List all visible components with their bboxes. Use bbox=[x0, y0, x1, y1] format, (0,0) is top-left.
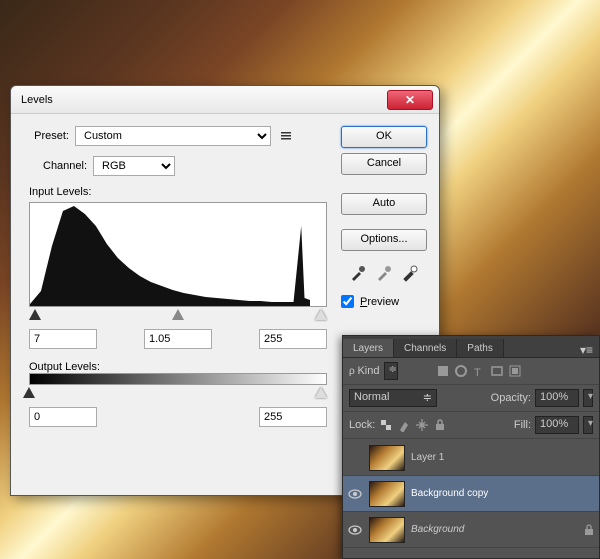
input-levels-label: Input Levels: bbox=[29, 186, 327, 198]
layer-row[interactable]: Background bbox=[343, 512, 599, 548]
close-button[interactable]: ✕ bbox=[387, 90, 433, 110]
preset-menu-icon[interactable] bbox=[281, 131, 291, 141]
eyedropper-white-icon[interactable] bbox=[401, 264, 419, 282]
output-slider-track[interactable] bbox=[29, 387, 327, 401]
layer-name[interactable]: Background bbox=[411, 524, 577, 535]
layer-thumbnail bbox=[369, 445, 405, 471]
dialog-title: Levels bbox=[21, 94, 387, 106]
eyedropper-row bbox=[341, 264, 427, 282]
layers-panel: Layers Channels Paths ▾≡ ρ Kind ≑ T Norm… bbox=[342, 335, 600, 559]
preset-label: Preset: bbox=[29, 130, 69, 142]
layer-name[interactable]: Layer 1 bbox=[411, 452, 595, 463]
input-white-slider[interactable] bbox=[315, 309, 327, 320]
input-black-slider[interactable] bbox=[29, 309, 41, 320]
preview-checkbox[interactable] bbox=[341, 295, 354, 308]
input-mid-slider[interactable] bbox=[172, 309, 184, 320]
output-black-field[interactable] bbox=[29, 407, 97, 427]
output-black-slider[interactable] bbox=[23, 387, 35, 398]
cancel-button[interactable]: Cancel bbox=[341, 153, 427, 175]
opacity-dropdown[interactable]: ▾ bbox=[583, 389, 593, 407]
lock-position-icon[interactable] bbox=[415, 418, 429, 432]
histogram bbox=[29, 202, 327, 307]
lock-icon bbox=[583, 524, 595, 536]
fill-field[interactable]: 100% bbox=[535, 416, 579, 434]
layer-row[interactable]: Background copy bbox=[343, 476, 599, 512]
tab-channels[interactable]: Channels bbox=[394, 339, 457, 357]
visibility-toggle[interactable] bbox=[347, 522, 363, 538]
input-white-field[interactable] bbox=[259, 329, 327, 349]
filter-type-icon[interactable]: T bbox=[472, 364, 486, 378]
preview-label: Preview bbox=[360, 296, 399, 308]
preset-select[interactable]: Custom bbox=[75, 126, 271, 146]
channel-label: Channel: bbox=[43, 160, 87, 172]
lock-row: Lock: Fill: 100% ▾ bbox=[343, 412, 599, 439]
layer-row[interactable]: Layer 1 bbox=[343, 440, 599, 476]
fill-label: Fill: bbox=[514, 419, 531, 431]
input-slider-track[interactable] bbox=[29, 309, 327, 323]
titlebar[interactable]: Levels ✕ bbox=[11, 86, 439, 114]
lock-all-icon[interactable] bbox=[433, 418, 447, 432]
output-white-field[interactable] bbox=[259, 407, 327, 427]
options-button[interactable]: Options... bbox=[341, 229, 427, 251]
panel-tabs: Layers Channels Paths ▾≡ bbox=[343, 336, 599, 358]
tab-layers[interactable]: Layers bbox=[343, 339, 394, 357]
eyedropper-black-icon[interactable] bbox=[349, 264, 367, 282]
lock-label: Lock: bbox=[349, 419, 375, 431]
lock-pixels-icon[interactable] bbox=[397, 418, 411, 432]
svg-text:T: T bbox=[474, 367, 481, 378]
layers-list: Layer 1 Background copy Background bbox=[343, 439, 599, 549]
filter-smart-icon[interactable] bbox=[508, 364, 522, 378]
ok-button[interactable]: OK bbox=[341, 126, 427, 148]
auto-button[interactable]: Auto bbox=[341, 193, 427, 215]
output-levels-label: Output Levels: bbox=[29, 361, 327, 373]
lock-transparency-icon[interactable] bbox=[379, 418, 393, 432]
eyedropper-gray-icon[interactable] bbox=[375, 264, 393, 282]
filter-shape-icon[interactable] bbox=[490, 364, 504, 378]
input-black-field[interactable] bbox=[29, 329, 97, 349]
visibility-toggle[interactable] bbox=[347, 450, 363, 466]
output-gradient bbox=[29, 373, 327, 385]
kind-label: ρ Kind bbox=[349, 365, 380, 377]
channel-select[interactable]: RGB bbox=[93, 156, 175, 176]
layer-thumbnail bbox=[369, 481, 405, 507]
input-mid-field[interactable] bbox=[144, 329, 212, 349]
filter-pixel-icon[interactable] bbox=[436, 364, 450, 378]
layer-thumbnail bbox=[369, 517, 405, 543]
histogram-chart bbox=[30, 206, 310, 306]
kind-select[interactable]: ≑ bbox=[384, 362, 398, 380]
opacity-field[interactable]: 100% bbox=[535, 389, 579, 407]
blend-row: Normal ≑ Opacity: 100% ▾ bbox=[343, 385, 599, 412]
layer-name[interactable]: Background copy bbox=[411, 488, 595, 499]
fill-dropdown[interactable]: ▾ bbox=[583, 416, 593, 434]
opacity-label: Opacity: bbox=[491, 392, 531, 404]
panel-menu-icon[interactable]: ▾≡ bbox=[574, 343, 599, 357]
filter-adjustment-icon[interactable] bbox=[454, 364, 468, 378]
visibility-toggle[interactable] bbox=[347, 486, 363, 502]
filter-row: ρ Kind ≑ T bbox=[343, 358, 599, 385]
tab-paths[interactable]: Paths bbox=[457, 339, 504, 357]
output-white-slider[interactable] bbox=[315, 387, 327, 398]
blend-mode-select[interactable]: Normal ≑ bbox=[349, 389, 437, 407]
